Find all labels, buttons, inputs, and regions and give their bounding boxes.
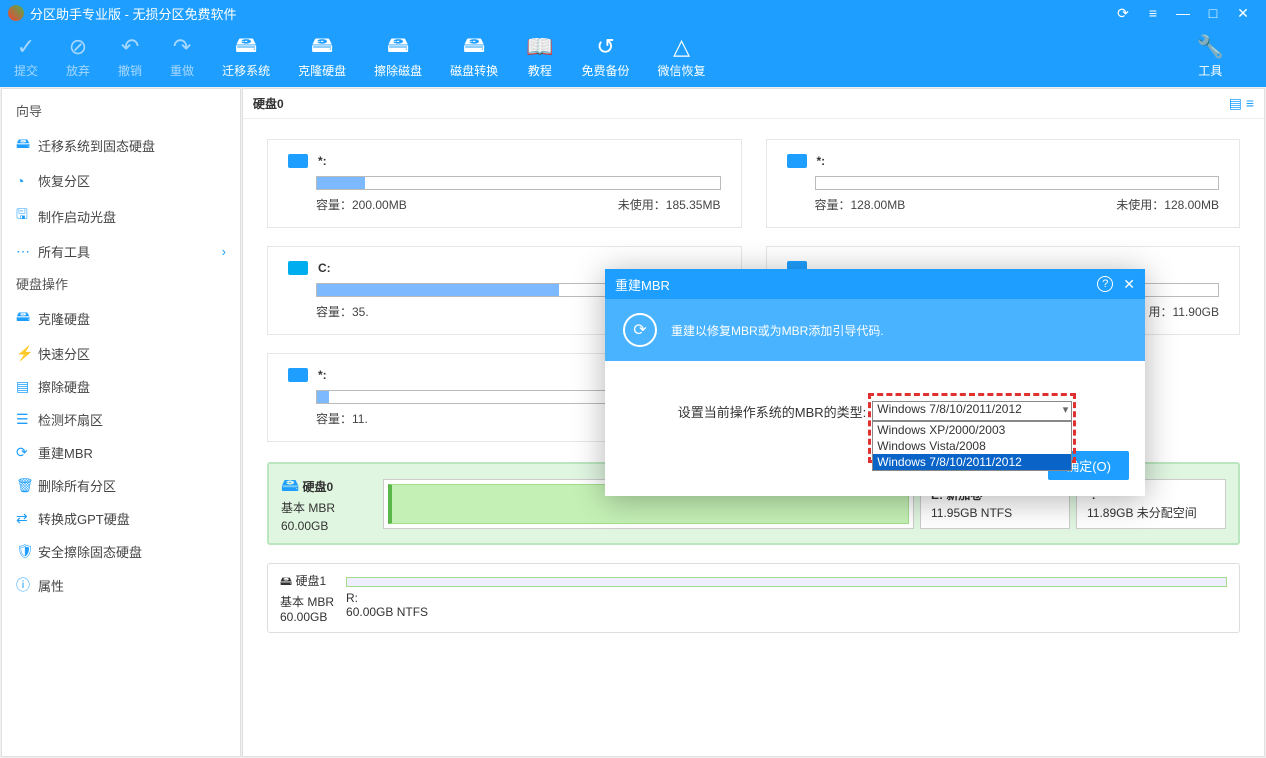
commit-button[interactable]: ✓提交 <box>14 34 38 79</box>
drive-icon <box>288 261 308 275</box>
clone-disk-icon: 🖴 <box>16 306 38 330</box>
mbr-option[interactable]: Windows XP/2000/2003 <box>873 422 1071 438</box>
menu-button[interactable]: ≡ <box>1138 5 1168 21</box>
sidebar-disk-header: 硬盘操作 <box>2 268 240 299</box>
sidebar: 向导 🖴迁移系统到固态硬盘◔恢复分区🖫制作启动光盘⋯所有工具› 硬盘操作 🖴克隆… <box>1 88 241 757</box>
tools-button[interactable]: 🔧 工具 <box>1197 34 1224 79</box>
sidebar-item-wipe-disk[interactable]: ▤擦除硬盘 <box>2 370 240 403</box>
partition-card[interactable]: *: 容量：200.00MB未使用：185.35MB <box>267 139 742 228</box>
backup-icon: ↺ <box>596 34 614 60</box>
mbr-option[interactable]: Windows 7/8/10/2011/2012 <box>873 454 1071 470</box>
usage-bar <box>815 176 1220 190</box>
sidebar-item-recover[interactable]: ◔恢复分区 <box>2 164 240 197</box>
disk-icon: 🖴 <box>280 574 292 588</box>
tutorial-button[interactable]: 📖教程 <box>526 34 553 79</box>
migrate-button[interactable]: 🖴迁移系统 <box>222 34 270 79</box>
backup-button[interactable]: ↺免费备份 <box>582 34 630 79</box>
partition-block[interactable]: R:60.00GB NTFS <box>346 577 1227 619</box>
content-title: 硬盘0 <box>253 95 284 112</box>
redo-button[interactable]: ↷重做 <box>170 34 194 79</box>
toolbar: ✓提交 ⊘放弃 ↶撤销 ↷重做 🖴迁移系统 🖴克隆硬盘 🖴擦除磁盘 🖴磁盘转换 📖教程 ↺免费备份… <box>0 26 1266 87</box>
wipe-disk-icon: ▤ <box>16 378 38 395</box>
undo-button[interactable]: ↶撤销 <box>118 34 142 79</box>
clone-button[interactable]: 🖴克隆硬盘 <box>298 34 346 79</box>
wrench-icon: 🔧 <box>1197 34 1224 60</box>
sidebar-item-badsector[interactable]: ☰检测坏扇区 <box>2 403 240 436</box>
convert-icon: 🖴 <box>463 34 485 60</box>
dialog-subtitle: 重建以修复MBR或为MBR添加引导代码. <box>671 322 884 339</box>
disk-icon: 🖴 <box>281 475 299 495</box>
wipe-button[interactable]: 🖴擦除磁盘 <box>374 34 422 79</box>
drive-icon <box>288 368 308 382</box>
undo-icon: ↶ <box>121 34 139 60</box>
discard-icon: ⊘ <box>69 34 87 60</box>
discard-button[interactable]: ⊘放弃 <box>66 34 90 79</box>
rebuild-mbr-dialog: 重建MBR ? ✕ ⟳ 重建以修复MBR或为MBR添加引导代码. 设置当前操作系… <box>605 269 1145 496</box>
content-area: 硬盘0 ▤ ≡ *: 容量：200.00MB未使用：185.35MB *: 容量… <box>242 88 1265 757</box>
app-title: 分区助手专业版 - 无损分区免费软件 <box>30 4 237 23</box>
migrate-ssd-icon: 🖴 <box>16 133 38 157</box>
commit-icon: ✓ <box>17 34 35 60</box>
sidebar-wizard-header: 向导 <box>2 95 240 126</box>
all-tools-icon: ⋯ <box>16 243 38 260</box>
to-gpt-icon: ⇄ <box>16 510 38 527</box>
app-logo-icon <box>8 5 24 21</box>
rebuild-icon: ⟳ <box>623 313 657 347</box>
sidebar-item-secure-erase[interactable]: 🛡安全擦除固态硬盘 <box>2 535 240 568</box>
maximize-button[interactable]: □ <box>1198 5 1228 21</box>
migrate-icon: 🖴 <box>235 34 257 60</box>
drive-icon <box>787 154 807 168</box>
refresh-button[interactable]: ⟳ <box>1108 5 1138 22</box>
close-button[interactable]: ✕ <box>1228 5 1258 22</box>
chevron-right-icon: › <box>222 244 226 259</box>
drive-icon <box>288 154 308 168</box>
partition-bar <box>346 577 1227 587</box>
sidebar-item-rebuild-mbr[interactable]: ⟳重建MBR <box>2 436 240 469</box>
usage-bar <box>316 176 721 190</box>
sidebar-item-migrate-ssd[interactable]: 🖴迁移系统到固态硬盘 <box>2 126 240 164</box>
view-toggle-icon[interactable]: ▤ ≡ <box>1229 95 1254 112</box>
sidebar-item-clone-disk[interactable]: 🖴克隆硬盘 <box>2 299 240 337</box>
sidebar-item-delete-all[interactable]: 🗑删除所有分区 <box>2 469 240 502</box>
mbr-type-combobox[interactable]: Windows 7/8/10/2011/2012 <box>872 401 1072 421</box>
sidebar-item-to-gpt[interactable]: ⇄转换成GPT硬盘 <box>2 502 240 535</box>
sidebar-item-props[interactable]: ⓘ属性 <box>2 568 240 602</box>
tutorial-icon: 📖 <box>526 34 553 60</box>
wipe-icon: 🖴 <box>387 34 409 60</box>
boot-disc-icon: 🖫 <box>16 204 38 228</box>
redo-icon: ↷ <box>173 34 191 60</box>
mbr-option[interactable]: Windows Vista/2008 <box>873 438 1071 454</box>
partition-card[interactable]: *: 容量：128.00MB未使用：128.00MB <box>766 139 1241 228</box>
rebuild-mbr-icon: ⟳ <box>16 444 38 461</box>
delete-all-icon: 🗑 <box>16 477 38 494</box>
mbr-type-label: 设置当前操作系统的MBR的类型: <box>678 402 867 421</box>
props-icon: ⓘ <box>16 575 38 595</box>
wechat-icon: △ <box>673 34 690 60</box>
minimize-button[interactable]: — <box>1168 5 1198 21</box>
convert-button[interactable]: 🖴磁盘转换 <box>450 34 498 79</box>
secure-erase-icon: 🛡 <box>16 543 38 560</box>
disk-row[interactable]: 🖴 硬盘1 基本 MBR60.00GB R:60.00GB NTFS <box>267 563 1240 633</box>
sidebar-item-all-tools[interactable]: ⋯所有工具› <box>2 235 240 268</box>
titlebar: 分区助手专业版 - 无损分区免费软件 ⟳ ≡ — □ ✕ <box>0 0 1266 26</box>
sidebar-item-quick-part[interactable]: ⚡快速分区 <box>2 337 240 370</box>
recover-icon: ◔ <box>16 173 38 189</box>
dialog-help-button[interactable]: ? <box>1097 276 1113 292</box>
dialog-title: 重建MBR <box>615 275 670 294</box>
badsector-icon: ☰ <box>16 411 38 428</box>
dialog-close-button[interactable]: ✕ <box>1123 276 1135 293</box>
wechat-button[interactable]: △微信恢复 <box>658 34 706 79</box>
sidebar-item-boot-disc[interactable]: 🖫制作启动光盘 <box>2 197 240 235</box>
quick-part-icon: ⚡ <box>16 345 38 362</box>
clone-icon: 🖴 <box>311 34 333 60</box>
mbr-type-dropdown: Windows XP/2000/2003Windows Vista/2008Wi… <box>872 421 1072 471</box>
